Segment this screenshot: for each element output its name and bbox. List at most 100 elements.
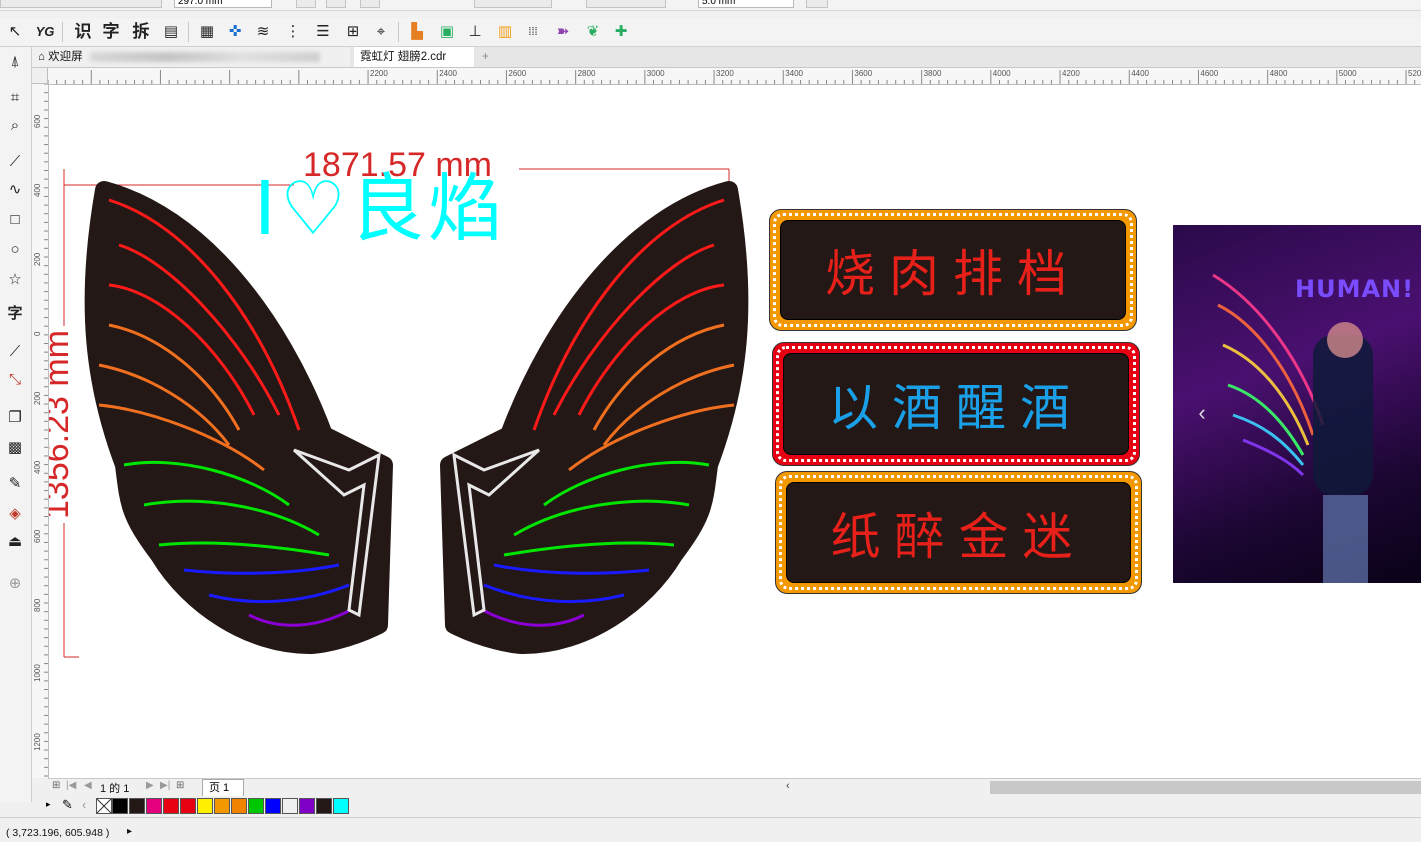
ghost-field[interactable] — [0, 0, 162, 8]
color-swatch[interactable] — [129, 798, 145, 814]
prev-first-icon[interactable]: |◀ — [66, 780, 76, 791]
char-button[interactable]: 字 — [100, 21, 122, 43]
shape-tool-icon[interactable]: ⍋ — [4, 51, 26, 73]
nudge-select[interactable] — [586, 0, 666, 8]
document-tabs: ⌂ 欢迎屏 霓虹灯 翅膀2.cdr + — [32, 47, 1421, 68]
neon-title-text[interactable]: I♡良焰 — [254, 167, 506, 251]
ellipse-tool-icon[interactable]: ○ — [4, 239, 26, 261]
color-swatch[interactable] — [112, 798, 128, 814]
target-icon[interactable]: ⌖ — [370, 21, 392, 43]
reference-photo[interactable]: HUMAN! ‹ — [1173, 225, 1421, 583]
horizontal-scrollbar[interactable] — [990, 781, 1421, 794]
no-color-swatch[interactable] — [96, 798, 112, 814]
color-swatch[interactable] — [231, 798, 247, 814]
star-tool-icon[interactable]: ☆ — [4, 269, 26, 291]
ruler-label: 600 — [33, 529, 42, 544]
dots-icon[interactable]: ⁞⁞⁞ — [522, 21, 544, 43]
text-tool-icon[interactable]: YG — [34, 21, 56, 43]
photo-prev-arrow[interactable]: ‹ — [1191, 402, 1213, 425]
next-page-icon[interactable]: ▶ — [146, 780, 154, 791]
lines-icon[interactable]: ☰ — [312, 21, 334, 43]
shadow-tool-icon[interactable]: ❐ — [4, 407, 26, 429]
ruler-corner[interactable] — [32, 68, 48, 84]
dimension-tool-icon[interactable]: ⟋ — [4, 341, 26, 363]
tab-welcome[interactable]: ⌂ 欢迎屏 — [32, 47, 350, 67]
swirl-icon[interactable]: ➽ — [552, 21, 574, 43]
ruler-label: 4400 — [1131, 69, 1149, 78]
transparency-tool-icon[interactable]: ▩ — [4, 437, 26, 459]
dimension-height-label[interactable]: 1356.23 mm — [49, 326, 76, 523]
select-arrow-icon[interactable]: ↖ — [4, 21, 26, 43]
rectangle-tool-icon[interactable]: □ — [4, 209, 26, 231]
color-swatch[interactable] — [248, 798, 264, 814]
eyedropper-tool-icon[interactable]: ✎ — [4, 473, 26, 495]
color-swatch[interactable] — [214, 798, 230, 814]
neon-sign-3[interactable]: 纸醉金迷 — [775, 471, 1142, 594]
units-select[interactable] — [474, 0, 552, 8]
add-tab-button[interactable]: + — [476, 47, 494, 67]
tab-document[interactable]: 霓虹灯 翅膀2.cdr — [354, 47, 474, 67]
color-swatch[interactable] — [197, 798, 213, 814]
node-icon[interactable]: ⋮ — [282, 21, 304, 43]
connector-tool-icon[interactable]: ⤡ — [4, 369, 26, 391]
crop-tool-icon[interactable]: ⌗ — [4, 87, 26, 109]
options-button[interactable] — [806, 0, 828, 8]
main-toolbar: ↖ YG 识 字 拆 ▤ ▦ ✜ ≋ ⋮ ☰ ⊞ ⌖ ▙ ▣ ⊥ ▥ ⁞⁞⁞ ➽… — [0, 18, 1421, 47]
page-option-button[interactable] — [360, 0, 380, 8]
page-height-field[interactable]: 297.0 mm — [174, 0, 272, 8]
ruler-label: 4600 — [1200, 69, 1219, 78]
landscape-button[interactable] — [326, 0, 346, 8]
freehand-tool-icon[interactable]: ⟋ — [4, 151, 26, 173]
split-button[interactable]: 拆 — [130, 21, 152, 43]
recognize-char-button[interactable]: 识 — [72, 21, 94, 43]
palette-scroll-left-icon[interactable]: ‹ — [82, 797, 86, 812]
puzzle-icon[interactable]: ✚ — [610, 21, 632, 43]
sign-text: 烧肉排档 — [825, 245, 1081, 303]
color-swatch[interactable] — [180, 798, 196, 814]
color-swatch[interactable] — [146, 798, 162, 814]
grid-orange-icon[interactable]: ▥ — [494, 21, 516, 43]
blurred-region — [89, 51, 320, 62]
neon-sign-2[interactable]: 以酒醒酒 — [772, 342, 1140, 466]
add-tool-icon[interactable]: ⊕ — [4, 573, 26, 595]
grid-icon[interactable]: ▦ — [196, 21, 218, 43]
drawing-canvas[interactable]: 1871.57 mm 1356.23 mm I♡良焰 烧肉排档 以酒醒酒 纸醉金… — [49, 85, 1421, 778]
eyedropper-icon[interactable]: ✎ — [62, 797, 73, 813]
first-page-icon[interactable]: ⊞ — [52, 780, 60, 791]
prev-page-icon[interactable]: ◀ — [84, 780, 92, 791]
ruler-label: 4800 — [1269, 69, 1288, 78]
palette-menu-icon[interactable]: ▸ — [46, 799, 51, 810]
frame-icon[interactable]: ⊞ — [342, 21, 364, 43]
wave-icon[interactable]: ≋ — [252, 21, 274, 43]
nudge-field[interactable]: 5.0 mm — [698, 0, 794, 8]
text-tool-icon[interactable]: 字 — [4, 303, 26, 325]
tab-page-1[interactable]: 页 1 — [202, 779, 245, 796]
color-swatch[interactable] — [282, 798, 298, 814]
ruler-label: 2600 — [508, 69, 527, 78]
zoom-tool-icon[interactable]: ⌕ — [4, 115, 26, 137]
color-swatch[interactable] — [265, 798, 281, 814]
color-swatch[interactable] — [163, 798, 179, 814]
status-expand-icon[interactable]: ▸ — [127, 826, 132, 837]
copy-icon[interactable]: ▤ — [160, 21, 182, 43]
portrait-button[interactable] — [296, 0, 316, 8]
measure-icon[interactable]: ⊥ — [464, 21, 486, 43]
photo-neon-word: HUMAN! — [1295, 275, 1415, 303]
right-wing[interactable] — [440, 181, 749, 654]
horizontal-ruler: 2200 2400 2600 2800 3000 3200 3400 3600 3800 4000… — [48, 68, 1421, 85]
scroll-left-icon[interactable]: ‹ — [786, 780, 790, 792]
fill-tool-icon[interactable]: ◈ — [4, 503, 26, 525]
neon-sign-1[interactable]: 烧肉排档 — [769, 209, 1137, 331]
image-icon[interactable]: ▣ — [436, 21, 458, 43]
color-swatch[interactable] — [333, 798, 349, 814]
smart-fill-tool-icon[interactable]: ⏏ — [4, 531, 26, 553]
bezier-tool-icon[interactable]: ∿ — [4, 179, 26, 201]
align-icon[interactable]: ▙ — [406, 21, 428, 43]
wire-icon[interactable]: ✜ — [224, 21, 246, 43]
color-swatch[interactable] — [316, 798, 332, 814]
last-page-icon[interactable]: ▶| — [160, 780, 170, 791]
color-swatch[interactable] — [299, 798, 315, 814]
add-page-icon[interactable]: ⊞ — [176, 780, 184, 791]
left-wing[interactable] — [84, 181, 393, 654]
leaf-icon[interactable]: ❦ — [582, 21, 604, 43]
